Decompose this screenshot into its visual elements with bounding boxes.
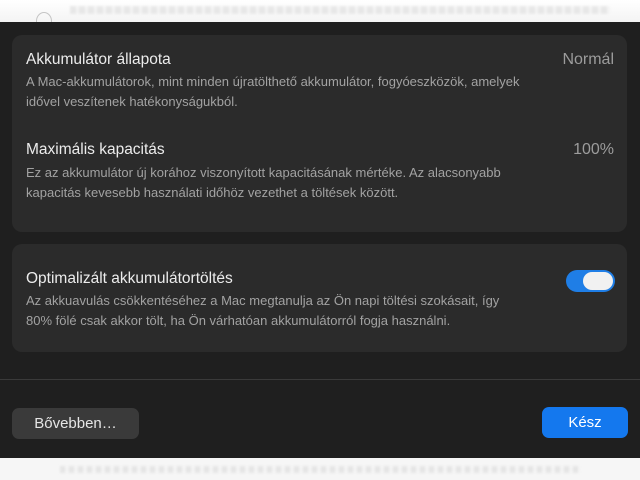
learn-more-button[interactable]: Bővebben… [12,408,139,439]
optimized-charging-toggle[interactable] [566,270,615,292]
done-button[interactable]: Kész [542,407,628,438]
blurred-background-content [60,466,580,473]
apple-logo-icon [36,12,52,22]
max-capacity-title: Maximális kapacitás [26,141,165,158]
optimized-charging-title: Optimalizált akkumulátortöltés [26,270,233,287]
battery-health-value: Normál [562,51,614,68]
background-window-bottom [0,458,640,480]
background-window-top [0,0,640,22]
blurred-background-content [70,6,610,14]
footer-divider [0,379,640,380]
optimized-charging-group: Optimalizált akkumulátortöltés Az akkuav… [12,244,627,352]
optimized-charging-description: Az akkuavulás csökkentéséhez a Mac megta… [26,293,500,328]
toggle-knob [583,272,613,290]
max-capacity-description: Ez az akkumulátor új korához viszonyítot… [26,165,501,200]
battery-health-description: A Mac-akkumulátorok, mint minden újratöl… [26,74,520,109]
battery-info-group: Akkumulátor állapota Normál A Mac-akkumu… [12,35,627,232]
battery-health-dialog: Akkumulátor állapota Normál A Mac-akkumu… [0,22,640,458]
battery-health-title: Akkumulátor állapota [26,51,171,68]
max-capacity-value: 100% [573,141,614,158]
